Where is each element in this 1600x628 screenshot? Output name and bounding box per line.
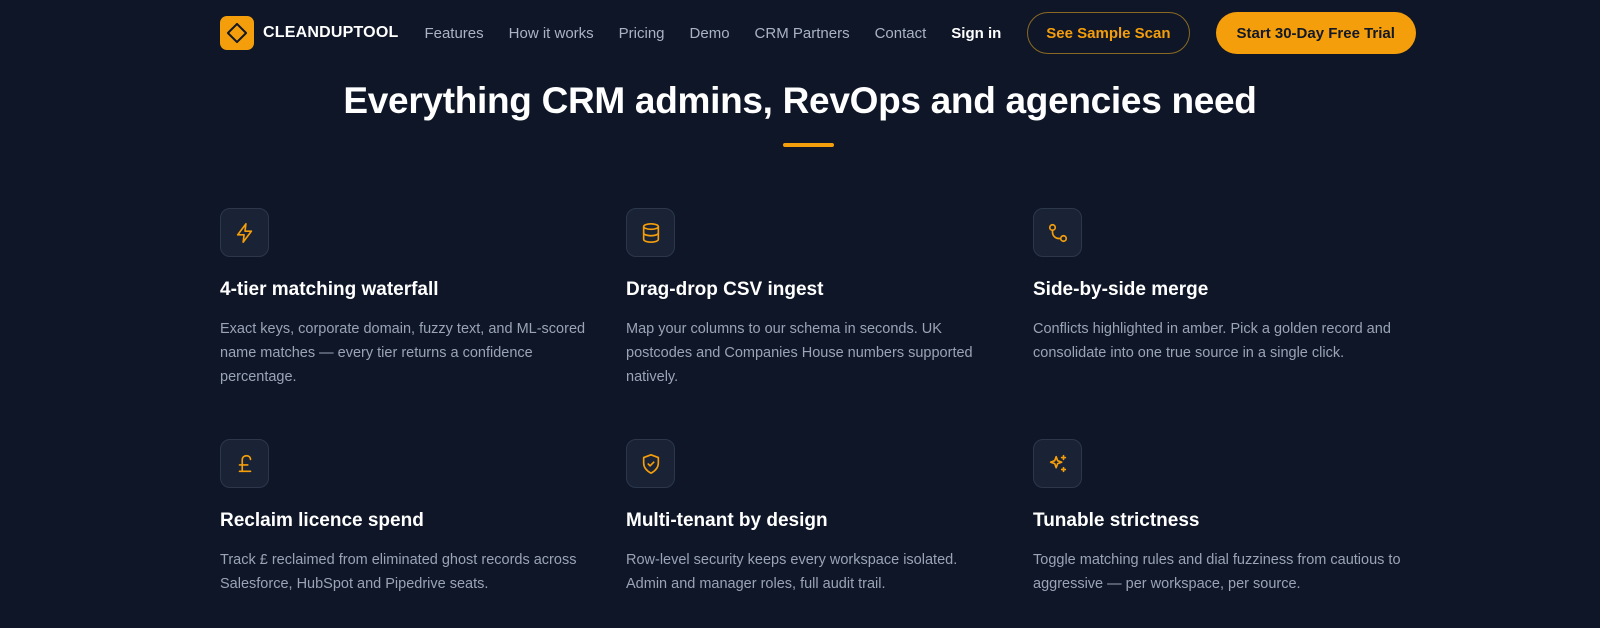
shield-check-icon bbox=[626, 439, 675, 488]
feature-card: Tunable strictness Toggle matching rules… bbox=[1033, 439, 1408, 596]
feature-card: Side-by-side merge Conflicts highlighted… bbox=[1033, 208, 1408, 365]
feature-description: Map your columns to our schema in second… bbox=[626, 321, 973, 385]
feature-title: Multi-tenant by design bbox=[626, 510, 828, 531]
brand-name: CLEANDUPTOOL bbox=[263, 24, 399, 41]
nav-link-how-it-works[interactable]: How it works bbox=[509, 25, 594, 42]
section-heading: Everything CRM admins, RevOps and agenci… bbox=[343, 80, 1257, 121]
database-icon bbox=[626, 208, 675, 257]
brand-logo[interactable]: CLEANDUPTOOL bbox=[220, 16, 398, 50]
feature-title: Drag-drop CSV ingest bbox=[626, 279, 824, 300]
feature-description: Toggle matching rules and dial fuzziness… bbox=[1033, 552, 1401, 592]
feature-description: Row-level security keeps every workspace… bbox=[626, 552, 958, 592]
sparkles-icon bbox=[1033, 439, 1082, 488]
see-sample-scan-button[interactable]: See Sample Scan bbox=[1027, 12, 1190, 54]
feature-title: Side-by-side merge bbox=[1033, 279, 1209, 300]
feature-description: Conflicts highlighted in amber. Pick a g… bbox=[1033, 321, 1391, 361]
feature-title: Tunable strictness bbox=[1033, 510, 1200, 531]
nav-link-features[interactable]: Features bbox=[424, 25, 483, 42]
top-navigation: CLEANDUPTOOL Features How it works Prici… bbox=[220, 12, 1416, 54]
feature-description: Exact keys, corporate domain, fuzzy text… bbox=[220, 321, 586, 385]
sign-in-link[interactable]: Sign in bbox=[951, 25, 1001, 42]
nav-link-pricing[interactable]: Pricing bbox=[619, 25, 665, 42]
start-free-trial-button[interactable]: Start 30-Day Free Trial bbox=[1215, 12, 1416, 54]
pound-icon bbox=[220, 439, 269, 488]
diamond-logo-icon bbox=[220, 16, 254, 50]
page: CLEANDUPTOOL Features How it works Prici… bbox=[0, 0, 1600, 628]
lightning-icon bbox=[220, 208, 269, 257]
nav-actions: See Sample Scan Start 30-Day Free Trial bbox=[1001, 12, 1416, 54]
heading-accent-underline bbox=[783, 143, 834, 147]
nav-link-crm-partners[interactable]: CRM Partners bbox=[755, 25, 850, 42]
feature-card: 4-tier matching waterfall Exact keys, co… bbox=[220, 208, 595, 389]
feature-title: Reclaim licence spend bbox=[220, 510, 424, 531]
feature-card: Reclaim licence spend Track £ reclaimed … bbox=[220, 439, 595, 596]
feature-card: Multi-tenant by design Row-level securit… bbox=[626, 439, 1001, 596]
feature-title: 4-tier matching waterfall bbox=[220, 279, 439, 300]
git-merge-icon bbox=[1033, 208, 1082, 257]
nav-link-contact[interactable]: Contact bbox=[875, 25, 927, 42]
nav-links: Features How it works Pricing Demo CRM P… bbox=[424, 25, 1001, 42]
feature-card: Drag-drop CSV ingest Map your columns to… bbox=[626, 208, 1001, 389]
nav-link-demo[interactable]: Demo bbox=[690, 25, 730, 42]
feature-description: Track £ reclaimed from eliminated ghost … bbox=[220, 552, 577, 592]
